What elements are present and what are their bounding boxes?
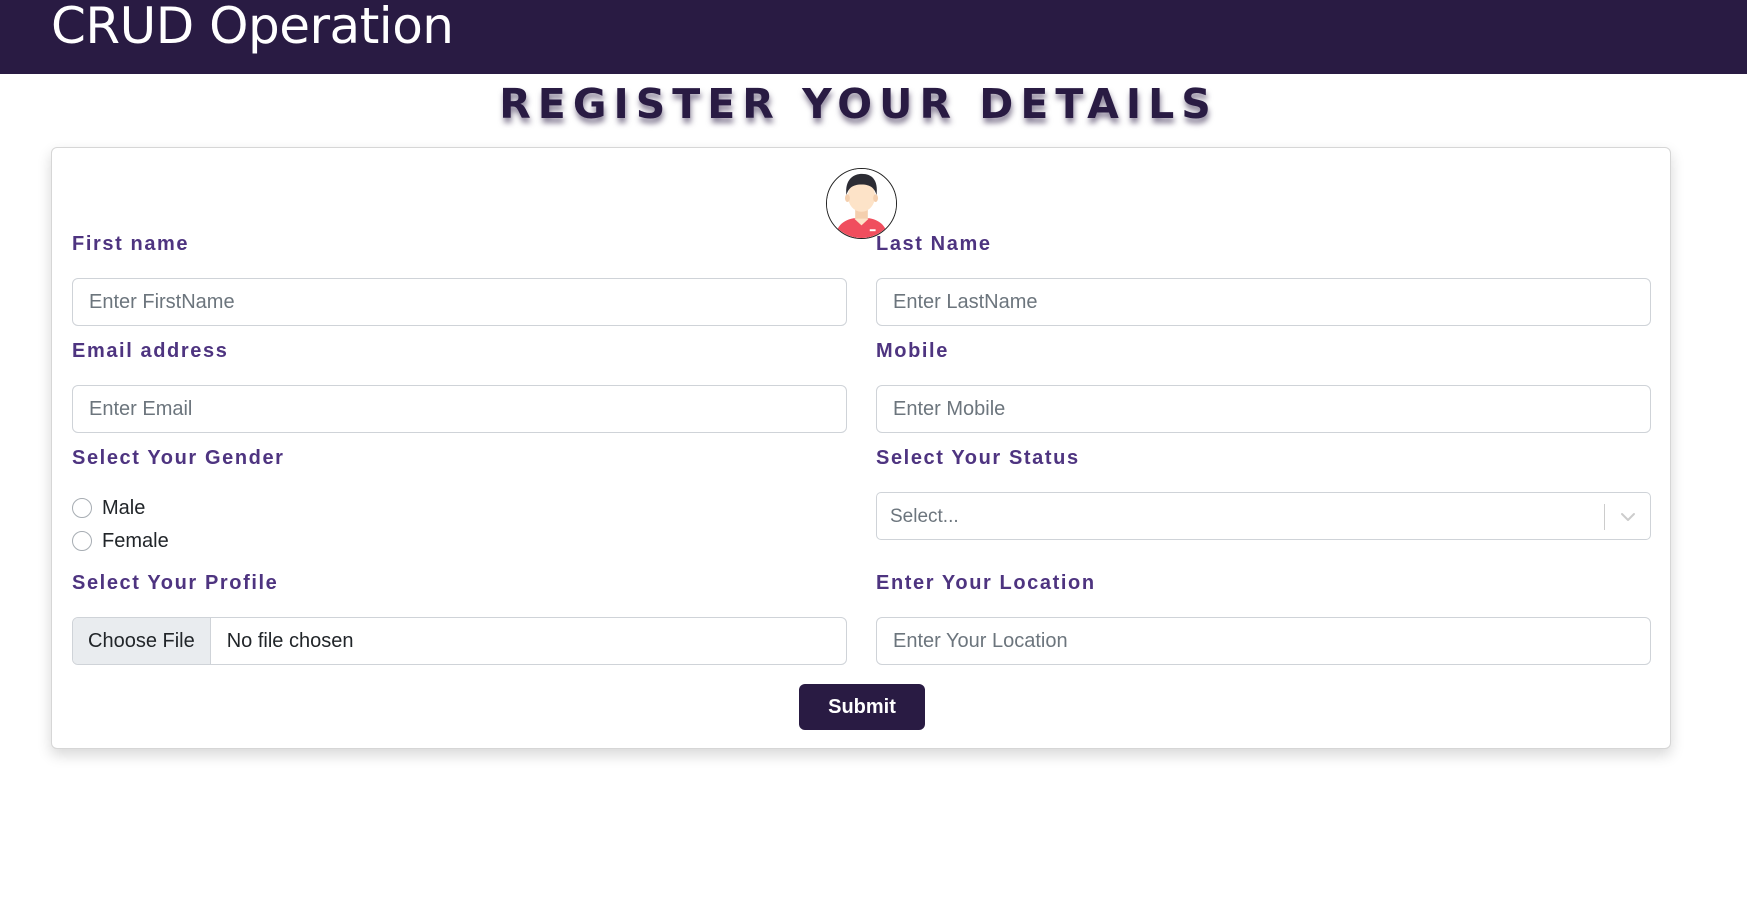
status-select-value: Select... <box>890 506 959 527</box>
status-select[interactable]: Select... <box>876 492 1651 540</box>
email-input[interactable] <box>72 385 847 433</box>
male-radio[interactable] <box>72 498 92 518</box>
file-status-text: No file chosen <box>226 629 354 652</box>
male-radio-label: Male <box>102 496 146 519</box>
navbar-brand[interactable]: CRUD Operation <box>51 0 454 54</box>
location-label: Enter Your Location <box>876 572 1096 594</box>
last-name-label: Last Name <box>876 233 992 255</box>
status-label: Select Your Status <box>876 447 1080 469</box>
gender-label: Select Your Gender <box>72 447 285 469</box>
registration-form-card: First name Last Name Email address Mobil… <box>51 147 1671 749</box>
female-radio-label: Female <box>102 529 169 552</box>
page-heading: REGISTER YOUR DETAILS <box>499 80 1218 128</box>
first-name-label: First name <box>72 233 190 255</box>
mobile-label: Mobile <box>876 340 949 362</box>
gender-option-male[interactable]: Male <box>72 495 145 521</box>
mobile-input[interactable] <box>876 385 1651 433</box>
email-label: Email address <box>72 340 229 362</box>
location-input[interactable] <box>876 617 1651 665</box>
navbar: CRUD Operation <box>0 0 1747 74</box>
gender-option-female[interactable]: Female <box>72 528 169 554</box>
profile-file-input[interactable]: Choose File No file chosen <box>72 617 847 665</box>
user-avatar-icon <box>826 168 897 239</box>
submit-button[interactable]: Submit <box>799 684 925 730</box>
select-separator <box>1604 504 1605 530</box>
female-radio[interactable] <box>72 531 92 551</box>
first-name-input[interactable] <box>72 278 847 326</box>
last-name-input[interactable] <box>876 278 1651 326</box>
profile-label: Select Your Profile <box>72 572 279 594</box>
choose-file-button[interactable]: Choose File <box>73 618 211 664</box>
chevron-down-icon[interactable] <box>1618 507 1638 527</box>
